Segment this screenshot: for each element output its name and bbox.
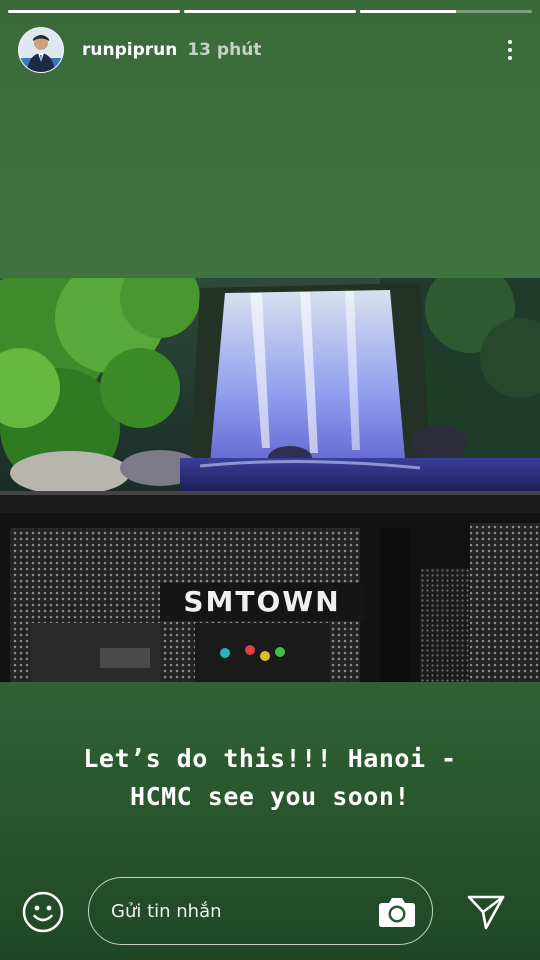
username[interactable]: runpiprun — [82, 40, 177, 60]
caption-line-2: HCMC see you soon! — [130, 782, 410, 811]
story-header: runpiprun 13 phút — [18, 26, 522, 74]
smtown-sign: SMTOWN — [183, 585, 340, 618]
more-vertical-icon-dot-3 — [508, 56, 512, 60]
progress-fill-1 — [8, 10, 180, 13]
send-icon[interactable] — [466, 892, 506, 932]
message-input[interactable]: Gửi tin nhắn — [88, 877, 433, 945]
progress-fill-2 — [184, 10, 356, 13]
story-photo: SMTOWN — [0, 278, 540, 682]
avatar[interactable] — [18, 27, 64, 73]
avatar-image — [19, 28, 63, 72]
reply-bar: Gửi tin nhắn — [0, 876, 540, 948]
waterfall-storefront-image: SMTOWN — [0, 278, 540, 682]
progress-segment-1 — [8, 10, 180, 13]
progress-segment-2 — [184, 10, 356, 13]
more-options-button[interactable] — [498, 35, 522, 65]
story-timestamp: 13 phút — [187, 40, 262, 60]
story-progress-bars — [8, 10, 532, 13]
smiley-icon[interactable] — [22, 891, 64, 933]
progress-fill-3 — [360, 10, 457, 13]
caption-line-1: Let’s do this!!! Hanoi - — [83, 744, 457, 773]
message-placeholder: Gửi tin nhắn — [111, 900, 222, 922]
progress-segment-3 — [360, 10, 532, 13]
more-vertical-icon-dot-1 — [508, 40, 512, 44]
story-caption: Let’s do this!!! Hanoi - HCMC see you so… — [0, 740, 540, 816]
camera-icon[interactable] — [378, 896, 416, 928]
more-vertical-icon-dot-2 — [508, 48, 512, 52]
